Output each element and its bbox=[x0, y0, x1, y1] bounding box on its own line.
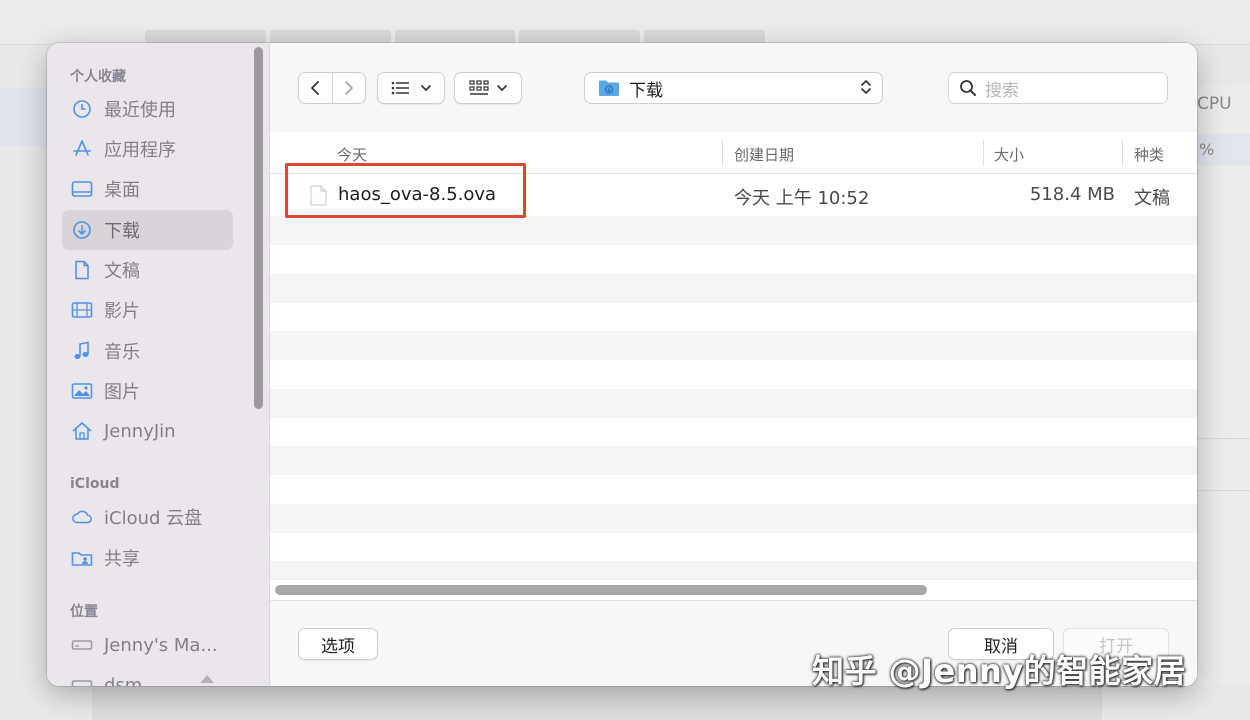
list-row-empty bbox=[270, 216, 1197, 245]
shared-folder-icon bbox=[71, 547, 93, 569]
music-icon bbox=[71, 340, 93, 362]
list-row-empty bbox=[270, 504, 1197, 533]
file-browser: 下载 搜索 今天 创建日期 大小 种类 haos_ova-8.5.ova 今天 … bbox=[270, 43, 1197, 686]
column-size-header[interactable]: 大小 bbox=[994, 144, 1024, 165]
sidebar-item-label: 影片 bbox=[104, 301, 140, 322]
grid-view-button[interactable] bbox=[454, 72, 522, 104]
sidebar-item-movies[interactable]: 影片 bbox=[62, 290, 233, 330]
navigation-buttons bbox=[298, 72, 366, 104]
sidebar-item-shared[interactable]: 共享 bbox=[62, 538, 233, 578]
column-kind-header[interactable]: 种类 bbox=[1134, 144, 1164, 165]
sidebar-item-icloud-drive[interactable]: iCloud 云盘 bbox=[62, 497, 233, 537]
background-percent-label: % bbox=[1199, 140, 1215, 159]
cloud-icon bbox=[71, 506, 93, 528]
column-divider[interactable] bbox=[983, 140, 984, 166]
watermark: 知乎 @Jenny的智能家居 bbox=[812, 652, 1187, 690]
search-field[interactable]: 搜索 bbox=[948, 72, 1168, 104]
desktop-icon bbox=[71, 178, 93, 200]
sidebar-item-recents[interactable]: 最近使用 bbox=[62, 89, 233, 129]
chevron-down-icon bbox=[497, 84, 507, 91]
sidebar-item-label: Jenny's Ma... bbox=[104, 634, 218, 656]
sidebar-section-icloud: iCloud bbox=[70, 476, 120, 492]
laptop-icon bbox=[71, 634, 93, 656]
sidebar-scrollbar[interactable] bbox=[254, 47, 263, 409]
file-list bbox=[270, 174, 1197, 579]
column-divider[interactable] bbox=[1122, 140, 1123, 166]
list-view-icon bbox=[391, 81, 409, 95]
sidebar-item-label: iCloud 云盘 bbox=[104, 508, 203, 529]
list-row-empty bbox=[270, 446, 1197, 475]
document-icon bbox=[71, 259, 93, 281]
open-file-dialog: 个人收藏 最近使用 应用程序 桌面 下载 文稿 影片 音乐 图片 JennyJi… bbox=[47, 43, 1197, 686]
background-percent-cell: % bbox=[1197, 134, 1250, 166]
sidebar-item-pictures[interactable]: 图片 bbox=[62, 371, 233, 411]
sidebar-item-music[interactable]: 音乐 bbox=[62, 331, 233, 371]
list-view-button[interactable] bbox=[377, 72, 445, 104]
sidebar-section-locations: 位置 bbox=[70, 604, 98, 620]
chevron-right-icon bbox=[344, 81, 353, 95]
location-label: 下载 bbox=[629, 80, 663, 101]
sidebar-item-label: 共享 bbox=[104, 549, 140, 570]
background-right-panel bbox=[1197, 86, 1250, 686]
forward-button[interactable] bbox=[332, 72, 366, 104]
file-kind: 文稿 bbox=[1134, 188, 1170, 209]
drive-icon bbox=[71, 674, 93, 686]
location-popup[interactable]: 下载 bbox=[584, 72, 883, 104]
sidebar-item-label: 文稿 bbox=[104, 261, 140, 282]
background-divider bbox=[1197, 438, 1250, 439]
eject-icon[interactable] bbox=[200, 675, 214, 683]
sidebar-item-label: 应用程序 bbox=[104, 140, 176, 161]
search-icon bbox=[960, 80, 976, 96]
horizontal-scrollbar[interactable] bbox=[270, 579, 1197, 600]
applications-icon bbox=[71, 138, 93, 160]
sidebar-item-desktop[interactable]: 桌面 bbox=[62, 169, 233, 209]
film-icon bbox=[71, 299, 93, 321]
column-date-header[interactable]: 创建日期 bbox=[734, 144, 794, 165]
updown-chevron-icon bbox=[861, 80, 871, 94]
horizontal-scrollbar-thumb[interactable] bbox=[275, 585, 927, 595]
highlight-annotation-box bbox=[285, 163, 526, 218]
file-size: 518.4 MB bbox=[1029, 184, 1115, 205]
background-left-selection bbox=[0, 88, 47, 146]
file-date: 今天 上午 10:52 bbox=[734, 188, 870, 209]
clock-icon bbox=[71, 98, 93, 120]
photo-icon bbox=[71, 380, 93, 402]
sidebar-item-documents[interactable]: 文稿 bbox=[62, 250, 233, 290]
sidebar-item-downloads[interactable]: 下载 bbox=[62, 210, 233, 250]
sidebar-item-applications[interactable]: 应用程序 bbox=[62, 129, 233, 169]
column-divider[interactable] bbox=[722, 140, 723, 166]
downloads-icon bbox=[71, 219, 93, 241]
list-row-empty bbox=[270, 331, 1197, 360]
sidebar-item-label: 最近使用 bbox=[104, 100, 176, 121]
sidebar-item-label: 图片 bbox=[104, 382, 140, 403]
background-cpu-label: CPU bbox=[1197, 94, 1232, 114]
options-button[interactable]: 选项 bbox=[298, 628, 378, 660]
sidebar-item-home[interactable]: JennyJin bbox=[62, 411, 233, 451]
sidebar-item-label: dsm bbox=[104, 674, 143, 687]
sidebar-item-mac[interactable]: Jenny's Ma... bbox=[62, 625, 233, 665]
list-row-empty bbox=[270, 389, 1197, 418]
background-tabbar bbox=[145, 30, 765, 44]
sidebar: 个人收藏 最近使用 应用程序 桌面 下载 文稿 影片 音乐 图片 JennyJi… bbox=[47, 43, 270, 686]
sidebar-section-favorites: 个人收藏 bbox=[70, 69, 126, 85]
sidebar-item-label: JennyJin bbox=[104, 420, 176, 442]
list-row-empty bbox=[270, 274, 1197, 303]
chevron-left-icon bbox=[311, 81, 320, 95]
toolbar: 下载 搜索 bbox=[270, 43, 1197, 133]
grid-view-icon bbox=[469, 80, 489, 95]
back-button[interactable] bbox=[298, 72, 333, 104]
sidebar-item-label: 下载 bbox=[104, 221, 140, 242]
search-placeholder: 搜索 bbox=[985, 80, 1019, 101]
chevron-down-icon bbox=[421, 84, 431, 91]
sidebar-item-label: 音乐 bbox=[104, 342, 140, 363]
column-name-header[interactable]: 今天 bbox=[337, 144, 367, 165]
sidebar-item-label: 桌面 bbox=[104, 180, 140, 201]
home-icon bbox=[71, 420, 93, 442]
background-divider bbox=[1197, 490, 1250, 491]
downloads-folder-icon bbox=[599, 80, 619, 96]
list-row-empty bbox=[270, 561, 1197, 579]
